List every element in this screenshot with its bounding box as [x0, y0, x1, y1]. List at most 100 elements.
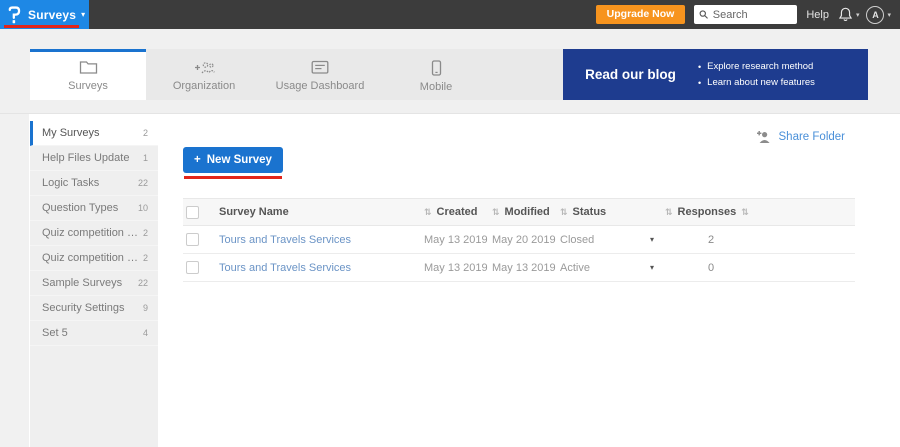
sidebar-item-quiz-competition-1[interactable]: Quiz competition - ... 2: [30, 221, 158, 246]
tab-surveys[interactable]: Surveys: [30, 49, 146, 100]
sidebar-item-label: Sample Surveys: [42, 277, 134, 289]
sidebar-item-help-files-update[interactable]: Help Files Update 1: [30, 146, 158, 171]
table-header: Survey Name ⇅ Created ⇅ Modified ⇅ Statu…: [183, 198, 855, 226]
sidebar-item-count: 4: [143, 328, 148, 338]
status-dropdown-caret[interactable]: ▾: [650, 263, 654, 272]
status-cell: Active ▾: [560, 262, 660, 274]
tab-label: Surveys: [68, 80, 108, 92]
sidebar-item-sample-surveys[interactable]: Sample Surveys 22: [30, 271, 158, 296]
sort-icon[interactable]: ⇅: [424, 207, 432, 218]
product-label: Surveys: [28, 8, 76, 22]
folders-sidebar: My Surveys 2 Help Files Update 1 Logic T…: [30, 121, 158, 447]
sidebar-item-label: Quiz competition - ...: [42, 227, 139, 239]
row-checkbox-cell: [183, 233, 219, 246]
help-link[interactable]: Help: [806, 9, 829, 21]
bullet-icon: •: [698, 59, 701, 75]
sidebar-item-label: Quiz competition - ...: [42, 252, 139, 264]
col-label: Modified: [505, 206, 550, 218]
sort-icon[interactable]: ⇅: [665, 207, 673, 218]
sidebar-item-count: 22: [138, 278, 148, 288]
account-menu[interactable]: A ▾: [866, 6, 891, 24]
sidebar-item-logic-tasks[interactable]: Logic Tasks 22: [30, 171, 158, 196]
modified-cell: May 20 2019: [492, 234, 560, 246]
chevron-down-icon: ▾: [887, 11, 891, 19]
status-value: Active: [560, 262, 590, 274]
sort-icon[interactable]: ⇅: [741, 207, 749, 218]
col-responses[interactable]: ⇅ Responses ⇅: [660, 206, 726, 218]
tab-usage-dashboard[interactable]: Usage Dashboard: [262, 49, 378, 100]
search-input[interactable]: [713, 9, 793, 21]
annotation-underline: [4, 25, 79, 28]
sidebar-item-set-5[interactable]: Set 5 4: [30, 321, 158, 346]
sidebar-item-label: My Surveys: [42, 127, 139, 139]
blog-bullet: • Learn about new features: [698, 75, 858, 91]
bullet-icon: •: [698, 75, 701, 91]
sidebar-item-count: 2: [143, 128, 148, 138]
blog-bullet: • Explore research method: [698, 59, 858, 75]
sidebar-item-label: Question Types: [42, 202, 134, 214]
avatar: A: [866, 6, 884, 24]
surveys-table: Survey Name ⇅ Created ⇅ Modified ⇅ Statu…: [183, 198, 855, 282]
sidebar-item-label: Help Files Update: [42, 152, 139, 164]
sort-icon[interactable]: ⇅: [560, 207, 568, 218]
table-row: Tours and Travels Services May 13 2019 M…: [183, 226, 855, 254]
col-status[interactable]: ⇅ Status: [560, 206, 660, 218]
sidebar-item-my-surveys[interactable]: My Surveys 2: [30, 121, 158, 146]
status-cell: Closed ▾: [560, 234, 660, 246]
tab-organization[interactable]: Organization: [146, 49, 262, 100]
survey-name-link[interactable]: Tours and Travels Services: [219, 234, 424, 246]
share-folder-icon: [755, 130, 772, 144]
notifications-menu[interactable]: ▾: [838, 7, 860, 22]
topbar: Surveys ▾ Upgrade Now Help ▾: [0, 0, 900, 29]
sidebar-item-count: 2: [143, 228, 148, 238]
sidebar-item-question-types[interactable]: Question Types 10: [30, 196, 158, 221]
search-box[interactable]: [694, 5, 797, 24]
col-label: Status: [573, 206, 607, 218]
status-value: Closed: [560, 234, 594, 246]
col-modified[interactable]: ⇅ Modified: [492, 206, 560, 218]
dashboard-icon: [311, 60, 329, 75]
sidebar-item-quiz-competition-2[interactable]: Quiz competition - ... 2: [30, 246, 158, 271]
row-checkbox[interactable]: [186, 261, 199, 274]
sort-icon[interactable]: ⇅: [492, 207, 500, 218]
created-cell: May 13 2019: [424, 262, 492, 274]
col-label: Responses: [678, 206, 737, 218]
blog-banner[interactable]: Read our blog • Explore research method …: [563, 49, 868, 100]
tab-mobile[interactable]: Mobile: [378, 49, 494, 100]
blog-banner-bullets: • Explore research method • Learn about …: [698, 59, 868, 91]
sidebar-item-label: Security Settings: [42, 302, 139, 314]
share-folder-label: Share Folder: [779, 131, 845, 143]
blog-banner-title: Read our blog: [563, 67, 698, 82]
sidebar-item-count: 22: [138, 178, 148, 188]
col-survey-name[interactable]: Survey Name: [219, 206, 424, 218]
sidebar-item-security-settings[interactable]: Security Settings 9: [30, 296, 158, 321]
annotation-underline: [184, 176, 282, 179]
primary-tabs: Surveys Organization Usage Dashboard: [30, 49, 868, 100]
created-cell: May 13 2019: [424, 234, 492, 246]
sidebar-item-count: 2: [143, 253, 148, 263]
tab-strip-filler: [494, 49, 563, 100]
sidebar-item-count: 1: [143, 153, 148, 163]
search-icon: [699, 9, 708, 20]
product-switcher[interactable]: Surveys ▾: [0, 0, 89, 29]
organization-icon: [193, 60, 216, 75]
chevron-down-icon: ▾: [856, 11, 860, 19]
header-checkbox-cell: [183, 206, 219, 219]
col-created[interactable]: ⇅ Created: [424, 206, 492, 218]
tab-label: Mobile: [420, 81, 452, 93]
select-all-checkbox[interactable]: [186, 206, 199, 219]
app-window: Surveys ▾ Upgrade Now Help ▾: [0, 0, 900, 447]
survey-name-link[interactable]: Tours and Travels Services: [219, 262, 424, 274]
row-checkbox-cell: [183, 261, 219, 274]
sidebar-item-count: 10: [138, 203, 148, 213]
new-survey-label: New Survey: [207, 154, 272, 166]
share-folder-link[interactable]: Share Folder: [755, 130, 845, 144]
tab-label: Usage Dashboard: [276, 80, 365, 92]
row-checkbox[interactable]: [186, 233, 199, 246]
mobile-icon: [431, 60, 442, 76]
bell-icon: [838, 7, 853, 22]
new-survey-button[interactable]: + New Survey: [183, 147, 283, 173]
col-label: Created: [437, 206, 478, 218]
upgrade-now-button[interactable]: Upgrade Now: [596, 5, 686, 24]
status-dropdown-caret[interactable]: ▾: [650, 235, 654, 244]
